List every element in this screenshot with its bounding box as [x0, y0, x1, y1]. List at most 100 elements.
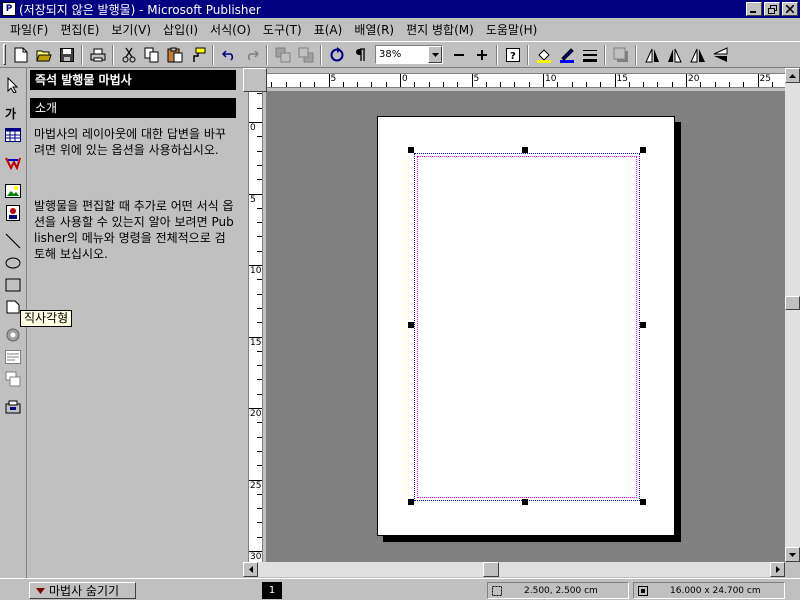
- zoom-out-button[interactable]: [447, 44, 470, 66]
- scroll-left-button[interactable]: [243, 562, 258, 577]
- design-gallery-tool[interactable]: [2, 346, 24, 368]
- zoom-select[interactable]: 38%: [375, 45, 443, 64]
- rotate-right-button[interactable]: [663, 44, 686, 66]
- selection-handle[interactable]: [640, 322, 646, 328]
- format-painter-button[interactable]: [186, 44, 209, 66]
- selection-handle[interactable]: [522, 147, 528, 153]
- flip-horizontal-button[interactable]: [686, 44, 709, 66]
- menu-format[interactable]: 서식(O): [204, 20, 257, 40]
- publication-canvas[interactable]: [267, 92, 785, 562]
- chevron-down-icon[interactable]: [428, 46, 442, 63]
- line-icon: [5, 233, 21, 249]
- menu-file[interactable]: 파일(F): [4, 20, 54, 40]
- help-button[interactable]: ?: [501, 44, 524, 66]
- copy-button[interactable]: [140, 44, 163, 66]
- toolbar-separator: [527, 44, 529, 65]
- selection-handle[interactable]: [522, 499, 528, 505]
- ruler-tick: [414, 82, 416, 87]
- save-button[interactable]: [55, 44, 78, 66]
- pointer-tool[interactable]: [2, 74, 24, 96]
- rotate-left-button[interactable]: [640, 44, 663, 66]
- show-special-characters-button[interactable]: [348, 44, 371, 66]
- ruler-tick: [757, 74, 759, 87]
- close-button[interactable]: [782, 2, 798, 16]
- scroll-down-button[interactable]: [785, 547, 800, 562]
- wordart-tool[interactable]: [2, 152, 24, 174]
- horizontal-scrollbar[interactable]: [243, 562, 785, 577]
- menu-view[interactable]: 보기(V): [105, 20, 157, 40]
- line-color-button[interactable]: [555, 44, 578, 66]
- send-to-back-button[interactable]: [294, 44, 317, 66]
- menu-arrange[interactable]: 배열(R): [348, 20, 400, 40]
- fill-color-button[interactable]: [532, 44, 555, 66]
- table-frame-icon: [5, 128, 21, 142]
- selection-handle[interactable]: [640, 147, 646, 153]
- menu-insert[interactable]: 삽입(I): [157, 20, 204, 40]
- text-frame-tool[interactable]: 가: [2, 102, 24, 124]
- toolbar-grip[interactable]: [3, 44, 6, 65]
- form-control-tool[interactable]: [2, 368, 24, 390]
- zoom-in-button[interactable]: [470, 44, 493, 66]
- menu-table[interactable]: 표(A): [308, 20, 349, 40]
- line-tool[interactable]: [2, 230, 24, 252]
- design-gallery-icon: [5, 350, 21, 364]
- rectangle-tool[interactable]: [2, 274, 24, 296]
- bring-to-front-button[interactable]: [271, 44, 294, 66]
- scroll-right-button[interactable]: [770, 562, 785, 577]
- page-navigation-button[interactable]: 1: [262, 582, 282, 599]
- ruler-tick: [614, 74, 616, 87]
- oval-tool[interactable]: [2, 252, 24, 274]
- menu-mail-merge[interactable]: 편지 병합(M): [400, 20, 480, 40]
- publication-page[interactable]: [377, 116, 675, 536]
- undo-button[interactable]: [217, 44, 240, 66]
- ruler-label: 10: [250, 266, 262, 276]
- minimize-button[interactable]: [746, 2, 762, 16]
- clipart-tool[interactable]: [2, 202, 24, 224]
- clipart-icon: [6, 205, 20, 221]
- menu-tools[interactable]: 도구(T): [257, 20, 308, 40]
- ruler-label: 0: [402, 74, 408, 84]
- hide-wizard-button[interactable]: 마법사 숨기기: [29, 582, 136, 599]
- web-component-tool[interactable]: [2, 396, 24, 418]
- title-bar: P (저장되지 않은 발행물) - Microsoft Publisher: [0, 0, 800, 18]
- ruler-tick: [428, 82, 430, 87]
- ruler-corner[interactable]: [243, 68, 267, 92]
- redo-icon: [247, 49, 259, 61]
- vertical-scrollbar[interactable]: [785, 68, 800, 562]
- refresh-button[interactable]: [325, 44, 348, 66]
- line-style-button[interactable]: [578, 44, 601, 66]
- horizontal-scroll-thumb[interactable]: [483, 562, 499, 577]
- selection-handle[interactable]: [408, 147, 414, 153]
- new-button[interactable]: [9, 44, 32, 66]
- menu-edit[interactable]: 편집(E): [54, 20, 105, 40]
- menu-help[interactable]: 도움말(H): [480, 20, 544, 40]
- restore-button[interactable]: [764, 2, 780, 16]
- shadow-button[interactable]: [609, 44, 632, 66]
- ruler-tick: [257, 250, 262, 252]
- selection-handle[interactable]: [640, 499, 646, 505]
- publisher-app-icon[interactable]: P: [2, 2, 16, 16]
- ruler-label: 10: [545, 74, 557, 84]
- ruler-tick: [714, 82, 716, 87]
- ruler-tick: [257, 350, 262, 352]
- selection-handle[interactable]: [408, 499, 414, 505]
- wizard-section-header[interactable]: 소개: [30, 98, 236, 118]
- paste-button[interactable]: [163, 44, 186, 66]
- toolbar-separator: [320, 44, 322, 65]
- minimize-icon: [750, 10, 756, 13]
- picture-frame-tool[interactable]: [2, 180, 24, 202]
- redo-button[interactable]: [240, 44, 263, 66]
- ruler-tick: [728, 82, 730, 87]
- ole-object-tool[interactable]: [2, 324, 24, 346]
- print-button[interactable]: [86, 44, 109, 66]
- horizontal-ruler[interactable]: 5 0 5 10 15 20 25: [267, 68, 785, 92]
- vertical-scroll-thumb[interactable]: [785, 296, 800, 310]
- scroll-up-button[interactable]: [785, 68, 800, 83]
- flip-vertical-button[interactable]: [709, 44, 732, 66]
- vertical-ruler[interactable]: 0 5 10 15 20 25 30: [243, 92, 267, 562]
- table-frame-tool[interactable]: [2, 124, 24, 146]
- oval-icon: [5, 257, 21, 269]
- cut-button[interactable]: [117, 44, 140, 66]
- selection-handle[interactable]: [408, 322, 414, 328]
- open-button[interactable]: [32, 44, 55, 66]
